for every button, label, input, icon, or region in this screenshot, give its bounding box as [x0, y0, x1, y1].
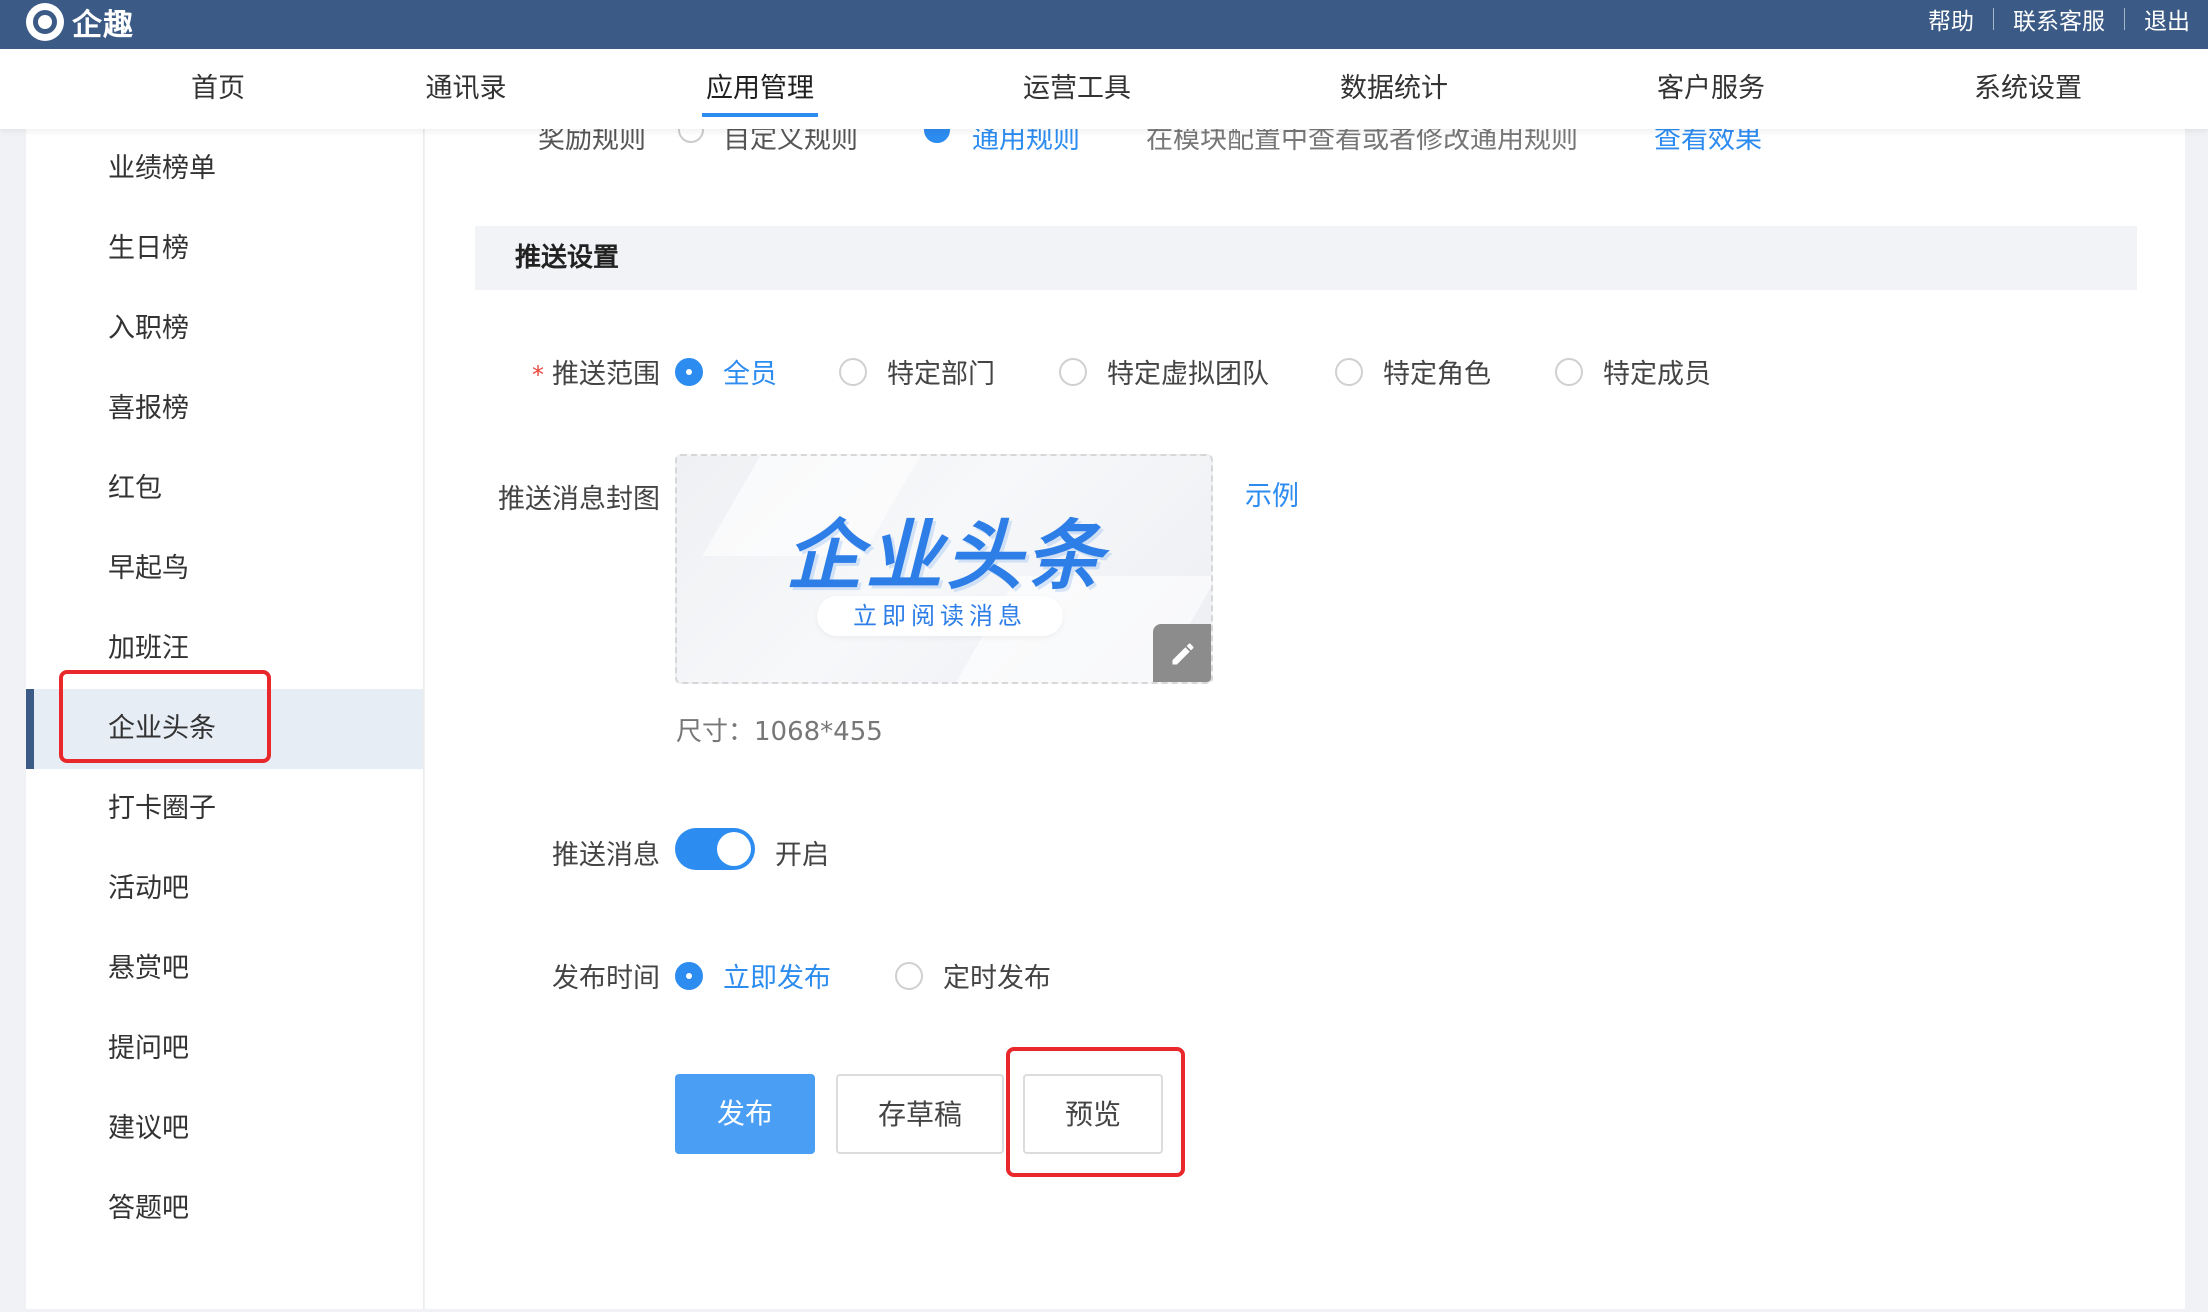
- save-draft-button[interactable]: 存草稿: [836, 1074, 1004, 1154]
- top-links: 帮助 联系客服 退出: [1928, 0, 2190, 38]
- nav-label: 系统设置: [1974, 73, 2082, 104]
- nav-label: 客户服务: [1657, 73, 1765, 104]
- nav-item-operation-tools[interactable]: 运营工具: [967, 49, 1187, 129]
- sidebar-item-early-bird[interactable]: 早起鸟: [26, 529, 423, 609]
- radio-scope-role[interactable]: 特定角色: [1335, 352, 1491, 391]
- brand-logo[interactable]: 企趣: [26, 2, 134, 43]
- radio-general-rule[interactable]: [924, 129, 950, 143]
- sidebar-item-red-packet[interactable]: 红包: [26, 449, 423, 529]
- divider: [2124, 8, 2125, 30]
- contact-support-link[interactable]: 联系客服: [2013, 2, 2105, 36]
- sidebar: 业绩榜单 生日榜 入职榜 喜报榜 红包 早起鸟 加班汪 企业头条 打卡圈子 活动…: [26, 129, 424, 1309]
- radio-scheduled-publish[interactable]: 定时发布: [895, 956, 1051, 995]
- brand-name: 企趣: [72, 8, 134, 43]
- radio-scope-virtual-team[interactable]: 特定虚拟团队: [1059, 352, 1269, 391]
- pencil-icon: [1172, 643, 1194, 665]
- nav-label: 应用管理: [706, 73, 814, 104]
- radio-checked-icon: [675, 357, 703, 386]
- required-mark: *: [532, 361, 544, 389]
- sidebar-item-onboarding-ranking[interactable]: 入职榜: [26, 289, 423, 369]
- logo-icon: [26, 3, 64, 41]
- publish-button[interactable]: 发布: [675, 1074, 815, 1154]
- cover-size-hint: 尺寸：1068*455: [676, 717, 883, 747]
- radio-unchecked-icon: [1335, 357, 1363, 386]
- sidebar-item-bounty[interactable]: 悬赏吧: [26, 929, 423, 1009]
- cover-image-subtitle: 立即阅读消息: [817, 596, 1063, 636]
- sidebar-item-company-headlines[interactable]: 企业头条: [26, 689, 423, 769]
- push-scope-label: * 推送范围: [532, 352, 660, 391]
- nav-label: 通讯录: [425, 73, 507, 104]
- rule-hint-text: 在模块配置中查看或者修改通用规则: [1146, 129, 1578, 155]
- example-link[interactable]: 示例: [1245, 474, 1299, 513]
- radio-scope-department[interactable]: 特定部门: [839, 352, 995, 391]
- nav-item-customer-service[interactable]: 客户服务: [1601, 49, 1821, 129]
- push-message-label: 推送消息: [552, 840, 660, 871]
- nav-item-data-stats[interactable]: 数据统计: [1284, 49, 1504, 129]
- cover-label: 推送消息封图: [498, 484, 660, 515]
- main-content: 奖励规则 自定义规则 通用规则 在模块配置中查看或者修改通用规则 查看效果 推送…: [425, 129, 2185, 1309]
- sidebar-item-overtime[interactable]: 加班汪: [26, 609, 423, 689]
- sidebar-item-good-news[interactable]: 喜报榜: [26, 369, 423, 449]
- nav-label: 数据统计: [1340, 73, 1448, 104]
- publish-time-label: 发布时间: [552, 963, 660, 994]
- edit-cover-button[interactable]: [1153, 624, 1211, 682]
- toggle-knob: [717, 832, 751, 866]
- radio-label: 特定部门: [887, 359, 995, 390]
- radio-publish-now[interactable]: 立即发布: [675, 956, 831, 995]
- view-effect-link[interactable]: 查看效果: [1654, 129, 1762, 156]
- radio-unchecked-icon: [1059, 357, 1087, 386]
- active-nav-indicator: [702, 113, 818, 117]
- radio-label: 特定虚拟团队: [1107, 359, 1269, 390]
- section-title-push-settings: 推送设置: [475, 226, 2137, 290]
- logout-link[interactable]: 退出: [2144, 2, 2190, 36]
- radio-unchecked-icon: [839, 357, 867, 386]
- sidebar-item-activities[interactable]: 活动吧: [26, 849, 423, 929]
- cover-image-title: 企业头条: [786, 511, 1106, 600]
- radio-label: 全员: [723, 359, 777, 390]
- reward-rule-row: 奖励规则 自定义规则 通用规则 在模块配置中查看或者修改通用规则 查看效果: [425, 129, 2125, 155]
- radio-checked-icon: [675, 961, 703, 990]
- radio-custom-rule[interactable]: [678, 129, 704, 143]
- nav-item-contacts[interactable]: 通讯录: [356, 49, 576, 129]
- top-bar: 企趣 帮助 联系客服 退出: [0, 0, 2208, 49]
- radio-unchecked-icon: [895, 961, 923, 990]
- nav-item-app-management[interactable]: 应用管理: [650, 49, 870, 129]
- main-nav: 首页 通讯录 应用管理 运营工具 数据统计 客户服务 系统设置: [0, 49, 2208, 129]
- radio-scope-member[interactable]: 特定成员: [1555, 352, 1711, 391]
- sidebar-item-suggestions[interactable]: 建议吧: [26, 1089, 423, 1169]
- sidebar-item-checkin-circle[interactable]: 打卡圈子: [26, 769, 423, 849]
- reward-rule-label: 奖励规则: [538, 129, 646, 155]
- radio-label: 特定角色: [1383, 359, 1491, 390]
- sidebar-item-questions[interactable]: 提问吧: [26, 1009, 423, 1089]
- radio-label: 定时发布: [943, 963, 1051, 994]
- radio-label: 立即发布: [723, 963, 831, 994]
- radio-label: 特定成员: [1603, 359, 1711, 390]
- toggle-state-text: 开启: [775, 840, 829, 871]
- nav-label: 运营工具: [1023, 73, 1131, 104]
- nav-item-home[interactable]: 首页: [108, 49, 328, 129]
- preview-button[interactable]: 预览: [1023, 1074, 1163, 1154]
- radio-unchecked-icon: [1555, 357, 1583, 386]
- cover-image-upload[interactable]: 企业头条 立即阅读消息: [675, 454, 1213, 684]
- radio-scope-all[interactable]: 全员: [675, 352, 777, 391]
- general-rule-label: 通用规则: [972, 129, 1080, 155]
- push-message-toggle[interactable]: [675, 828, 755, 870]
- nav-label: 首页: [191, 73, 245, 104]
- nav-item-system-settings[interactable]: 系统设置: [1918, 49, 2138, 129]
- help-link[interactable]: 帮助: [1928, 2, 1974, 36]
- sidebar-item-performance-ranking[interactable]: 业绩榜单: [26, 129, 423, 209]
- sidebar-item-birthday-ranking[interactable]: 生日榜: [26, 209, 423, 289]
- divider: [1993, 8, 1994, 30]
- push-scope-label-text: 推送范围: [552, 359, 660, 390]
- custom-rule-label: 自定义规则: [723, 129, 858, 155]
- sidebar-item-quiz[interactable]: 答题吧: [26, 1169, 423, 1249]
